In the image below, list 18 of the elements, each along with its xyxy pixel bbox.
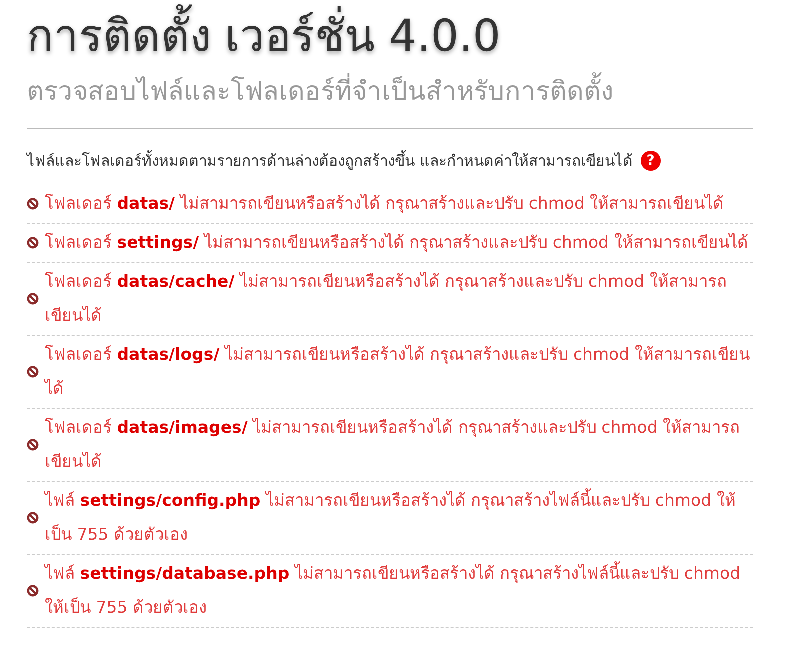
error-message: ไฟล์ settings/config.php ไม่สามารถเขียนหรือสร้างได้ กรุณาสร้างไฟล์นี้และปรับ chmod ให้เป็น 755 ด้วยตัวเอง: [45, 484, 753, 552]
ban-icon: [27, 439, 39, 451]
ban-icon: [27, 585, 39, 597]
page-subtitle: ตรวจสอบไฟล์และโฟลเดอร์ที่จำเป็นสำหรับการติดตั้ง: [27, 74, 753, 110]
error-message: โฟลเดอร์ settings/ ไม่สามารถเขียนหรือสร้างได้ กรุณาสร้างและปรับ chmod ให้สามารถเขียนได้: [45, 232, 748, 254]
ban-icon: [27, 512, 39, 524]
intro-text: ไฟล์และโฟลเดอร์ทั้งหมดตามรายการด้านล่างต้องถูกสร้างขึ้น และกำหนดค่าให้สามารถเขียนได้: [27, 149, 633, 172]
ban-icon: [27, 198, 39, 210]
ban-icon: [27, 366, 39, 378]
error-message: โฟลเดอร์ datas/cache/ ไม่สามารถเขียนหรือสร้างได้ กรุณาสร้างและปรับ chmod ให้สามารถเขียนได้: [45, 271, 728, 327]
ban-icon: [27, 237, 39, 249]
help-icon[interactable]: ?: [640, 151, 661, 171]
page-title: การติดตั้ง เวอร์ชั่น 4.0.0: [27, 0, 753, 66]
error-message: โฟลเดอร์ datas/ ไม่สามารถเขียนหรือสร้างได้ กรุณาสร้างและปรับ chmod ให้สามารถเขียนได้: [45, 193, 724, 216]
error-message: ไฟล์ settings/database.php ไม่สามารถเขียนหรือสร้างได้ กรุณาสร้างไฟล์นี้และปรับ chmod ให้เป็น 755 ด้วยตัวเอง: [45, 557, 753, 625]
ban-icon: [27, 293, 39, 305]
error-message: โฟลเดอร์ datas/images/ ไม่สามารถเขียนหรือสร้างได้ กรุณาสร้างและปรับ chmod ให้สามารถเขียนได้: [45, 417, 742, 473]
error-message: โฟลเดอร์ datas/logs/ ไม่สามารถเขียนหรือสร้างได้ กรุณาสร้างและปรับ chmod ให้สามารถเขียนได้: [45, 344, 751, 400]
